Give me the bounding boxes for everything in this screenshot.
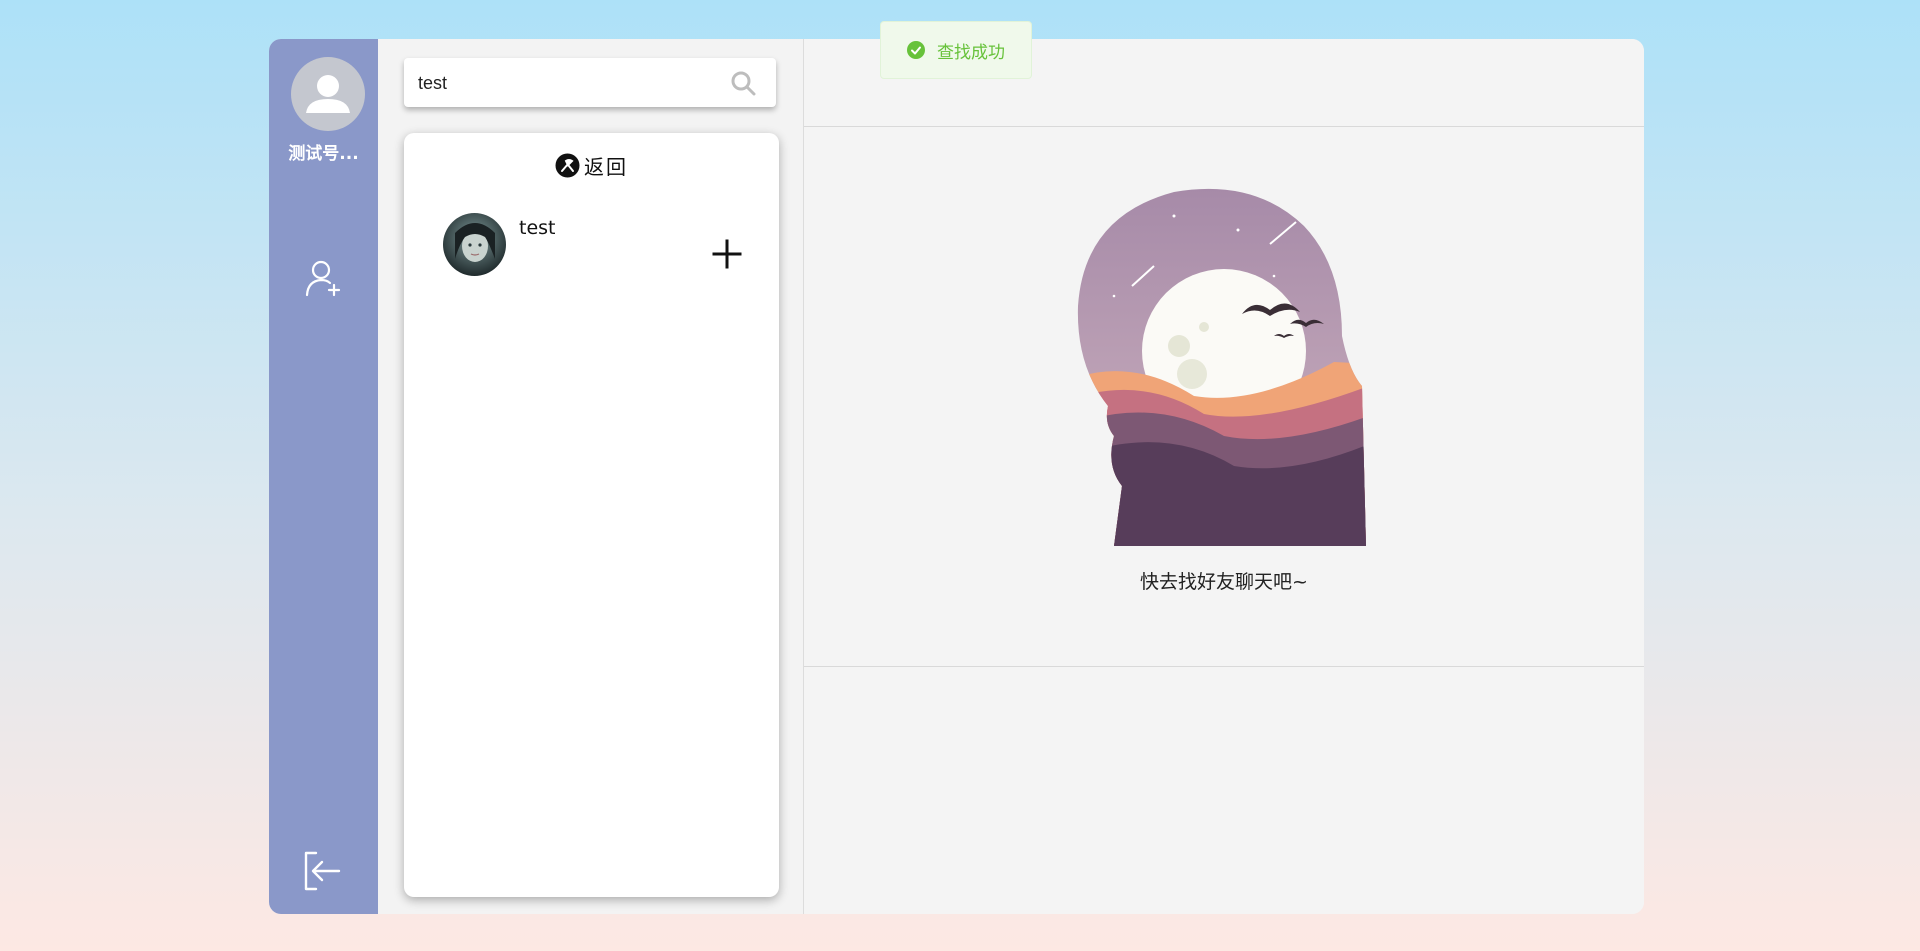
avatar-image xyxy=(443,213,506,276)
logout-button[interactable] xyxy=(303,850,345,892)
check-circle-icon xyxy=(907,41,925,59)
chat-app: 测试号... test 返回 test 快去找好友聊天吧~ xyxy=(269,39,1644,914)
search-results-panel: 返回 test xyxy=(404,133,779,897)
user-name: 测试号... xyxy=(288,144,359,164)
user-avatar[interactable] xyxy=(291,57,365,131)
result-item: test xyxy=(404,213,779,279)
sidebar: 测试号... xyxy=(269,39,378,914)
user-plus-icon xyxy=(305,260,341,297)
toast-text: 查找成功 xyxy=(937,42,1005,63)
search-box xyxy=(404,58,776,109)
result-avatar[interactable] xyxy=(443,213,506,276)
result-name: test xyxy=(519,217,556,239)
contacts-column: 返回 xyxy=(378,39,804,914)
logout-icon xyxy=(304,851,341,891)
back-icon xyxy=(555,153,580,178)
search-input[interactable] xyxy=(416,58,720,109)
user-silhouette-icon xyxy=(306,75,350,113)
chat-input-divider xyxy=(804,666,1644,667)
empty-state-illustration xyxy=(1077,188,1366,546)
back-label: 返回 xyxy=(584,155,628,179)
plus-icon[interactable] xyxy=(710,237,744,271)
success-toast: 查找成功 xyxy=(880,21,1032,79)
back-button[interactable]: 返回 xyxy=(404,151,779,180)
add-friend-button[interactable] xyxy=(303,257,345,299)
search-icon[interactable] xyxy=(730,70,756,96)
chat-area: 快去找好友聊天吧~ xyxy=(804,39,1644,914)
empty-state-text: 快去找好友聊天吧~ xyxy=(1140,571,1308,593)
